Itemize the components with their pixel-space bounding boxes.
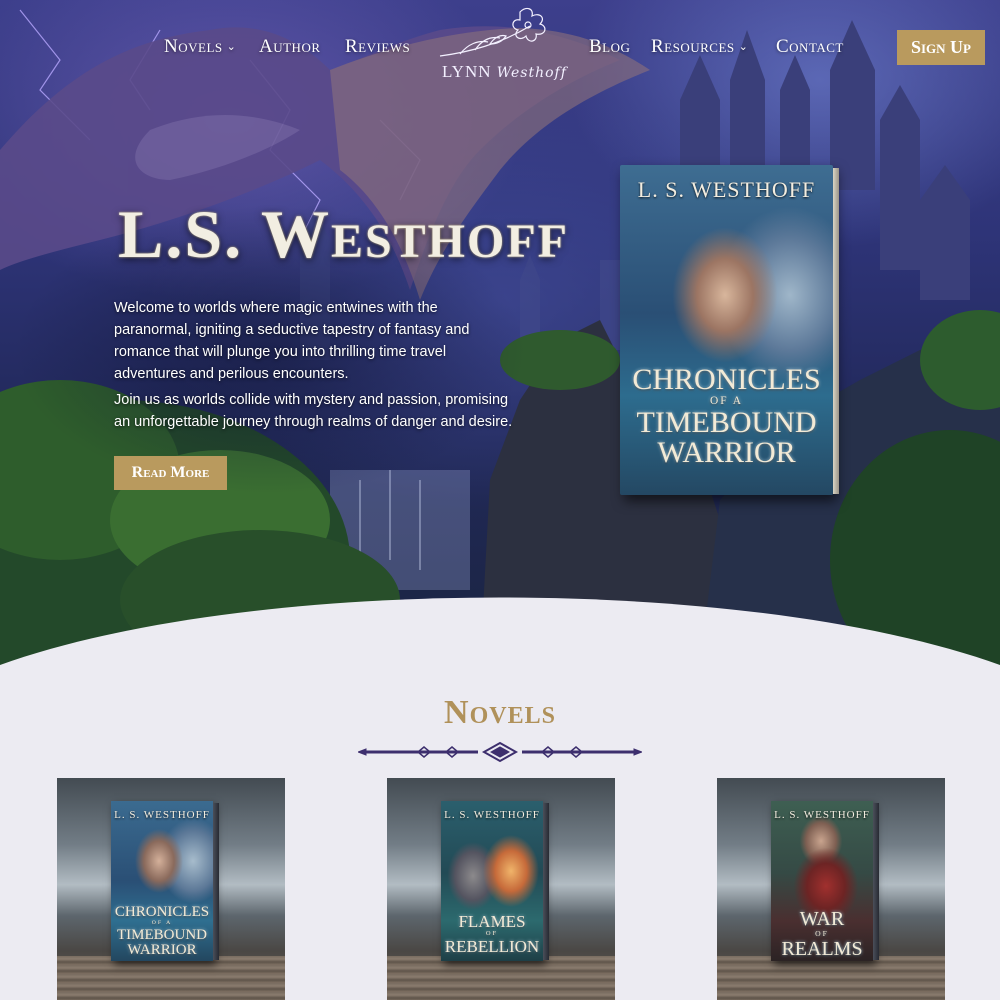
nav-contact-label: Contact [776, 36, 844, 57]
novel-card-chronicles[interactable]: L. S. WESTHOFF CHRONICLES OF A TIMEBOUND… [57, 778, 285, 1000]
novels-heading: Novels [444, 694, 556, 731]
book-cover: L. S. WESTHOFF WAR OF REALMS [771, 801, 879, 961]
chevron-down-icon: ⌄ [226, 41, 237, 53]
book-title-line2: REALMS [781, 937, 863, 960]
hero-second-paragraph: Join us as worlds collide with mystery a… [114, 392, 513, 430]
book-title-sub: OF [815, 929, 829, 938]
featured-book-cover[interactable]: L. S. WESTHOFF CHRONICLES OF A TIMEBOUND… [620, 165, 839, 495]
book-author-text: L. S. WESTHOFF [637, 177, 816, 202]
book-title-line1: CHRONICLES [114, 904, 210, 920]
read-more-button[interactable]: Read More [114, 456, 227, 490]
sign-up-button[interactable]: Sign Up [897, 30, 985, 65]
wooden-table-image [57, 956, 285, 1000]
nav-author-label: Author [259, 36, 321, 57]
book-cover: L. S. WESTHOFF CHRONICLES OF A TIMEBOUND… [111, 801, 219, 961]
book-title-line3: WARRIOR [657, 436, 796, 470]
book-title-text: CHRONICLES OF A TIMEBOUND WARRIOR [620, 365, 833, 468]
nav-resources-label: Resources [651, 36, 735, 57]
nav-reviews[interactable]: Reviews [345, 36, 410, 58]
book-title-line1: WAR [799, 908, 845, 930]
site-logo[interactable]: LYNN Westhoff [430, 4, 580, 84]
hero-title: L.S. Westhoff [118, 196, 569, 272]
book-title-line1: CHRONICLES [632, 363, 821, 396]
book-author-text: L. S. WESTHOFF [444, 809, 540, 821]
book-title-line3: WARRIOR [127, 941, 197, 958]
nav-contact[interactable]: Contact [776, 36, 844, 58]
book-title-line1: FLAMES [458, 912, 526, 931]
nav-author[interactable]: Author [259, 36, 321, 58]
nav-reviews-label: Reviews [345, 36, 411, 57]
flower-logo-icon [439, 7, 546, 57]
book-title-text: CHRONICLES OF A TIMEBOUND WARRIOR [111, 905, 213, 958]
book-title-text: FLAMES OF REBELLION [441, 913, 543, 955]
book-title-text: WAR OF REALMS [771, 909, 873, 959]
ornament-divider-icon [358, 741, 642, 763]
book-title-line2: TIMEBOUND [117, 926, 207, 943]
nav-blog-label: Blog [589, 36, 631, 57]
book-author-text: L. S. WESTHOFF [114, 809, 210, 821]
nav-novels-label: Novels [164, 36, 223, 57]
hero-intro-paragraph: Welcome to worlds where magic entwines w… [114, 300, 470, 382]
logo-main-text: LYNN [442, 62, 492, 81]
nav-resources[interactable]: Resources ⌄ [651, 36, 748, 58]
novel-card-war[interactable]: L. S. WESTHOFF WAR OF REALMS [717, 778, 945, 1000]
nav-blog[interactable]: Blog [589, 36, 630, 58]
nav-novels[interactable]: Novels ⌄ [164, 36, 236, 58]
book-title-line2: TIMEBOUND [636, 406, 817, 440]
wooden-table-image [717, 956, 945, 1000]
book-cover: L. S. WESTHOFF FLAMES OF REBELLION [441, 801, 549, 961]
section-wave-divider [0, 597, 1000, 670]
wooden-table-image [387, 956, 615, 1000]
logo-script-text: Westhoff [496, 65, 567, 81]
novel-card-flames[interactable]: L. S. WESTHOFF FLAMES OF REBELLION [387, 778, 615, 1000]
chevron-down-icon: ⌄ [738, 41, 749, 53]
book-title-line2: REBELLION [444, 937, 540, 957]
book-author-text: L. S. WESTHOFF [774, 809, 870, 821]
